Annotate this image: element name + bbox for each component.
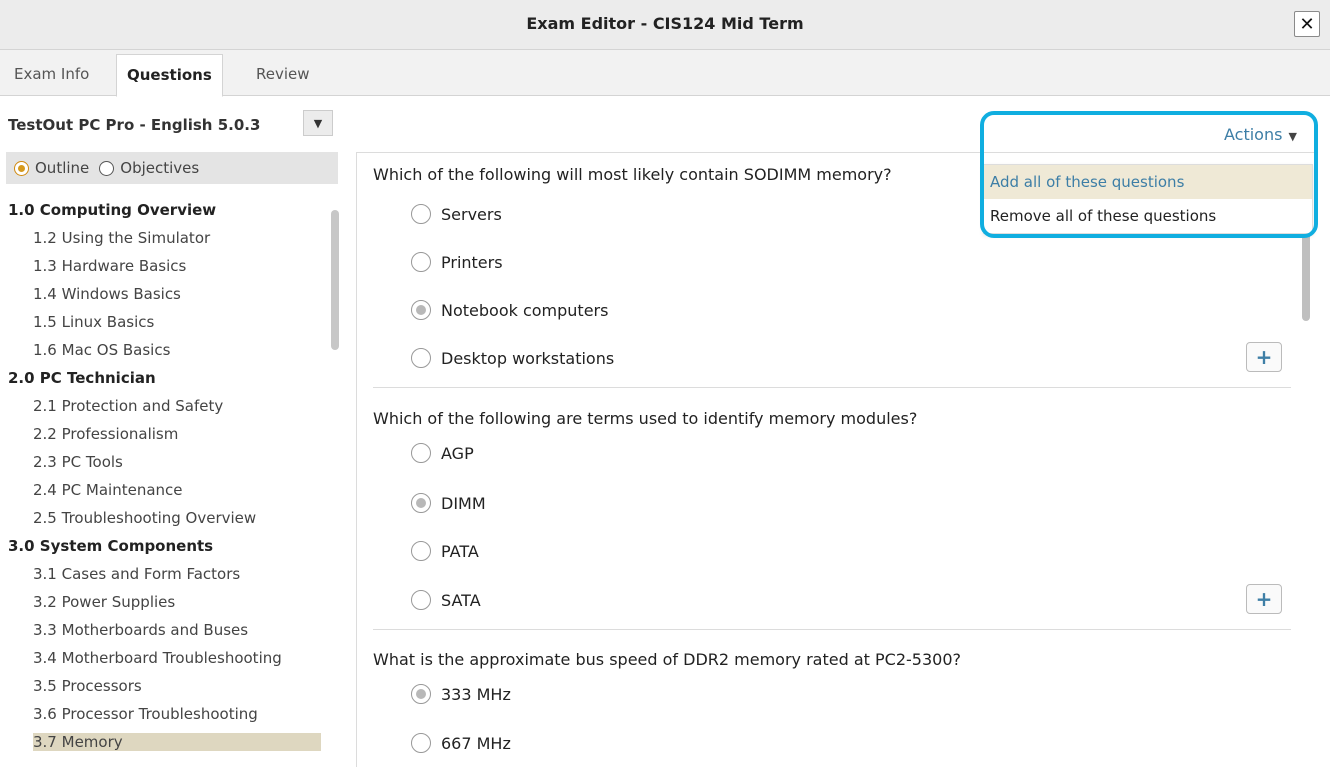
question-divider — [373, 629, 1291, 630]
answer-option[interactable]: 667 MHz — [411, 733, 511, 753]
course-dropdown-button[interactable]: ▼ — [303, 110, 333, 136]
radio-icon — [411, 443, 431, 463]
question-divider — [373, 387, 1291, 388]
radio-icon — [411, 733, 431, 753]
option-label: PATA — [441, 541, 479, 561]
radio-selected-icon — [411, 300, 431, 320]
outline-item[interactable]: 1.2 Using the Simulator — [33, 229, 210, 247]
outline-item-selected[interactable]: 3.7 Memory — [33, 733, 321, 751]
outline-radio[interactable]: Outline — [14, 159, 89, 177]
view-mode-bar: Outline Objectives — [6, 152, 338, 184]
content-scrollbar[interactable] — [1302, 233, 1310, 321]
objectives-radio[interactable]: Objectives — [99, 159, 199, 177]
option-label: Printers — [441, 252, 503, 272]
plus-icon: + — [1255, 345, 1273, 369]
radio-icon — [411, 541, 431, 561]
caret-down-icon: ▼ — [1288, 130, 1297, 143]
outline-item[interactable]: 2.5 Troubleshooting Overview — [33, 509, 256, 527]
radio-icon — [411, 252, 431, 272]
outline-item[interactable]: 2.4 PC Maintenance — [33, 481, 183, 499]
close-button[interactable]: ✕ — [1294, 11, 1320, 37]
radio-unchecked-icon — [99, 160, 115, 176]
outline-item[interactable]: 1.4 Windows Basics — [33, 285, 181, 303]
outline-section[interactable]: 1.0 Computing Overview — [8, 201, 216, 219]
objectives-label: Objectives — [120, 159, 200, 177]
option-label: DIMM — [441, 493, 486, 513]
add-question-button[interactable]: + — [1246, 584, 1282, 614]
questions-panel: Which of the following will most likely … — [356, 152, 1318, 767]
add-question-button[interactable]: + — [1246, 342, 1282, 372]
outline-item[interactable]: 3.1 Cases and Form Factors — [33, 565, 240, 583]
answer-option[interactable]: DIMM — [411, 493, 486, 513]
tab-bar: Exam Info Questions Review — [0, 50, 1330, 97]
answer-option[interactable]: SATA — [411, 590, 481, 610]
actions-menu: Add all of these questions Remove all of… — [983, 164, 1313, 234]
outline-item[interactable]: 2.3 PC Tools — [33, 453, 123, 471]
outline-item[interactable]: 1.6 Mac OS Basics — [33, 341, 170, 359]
outline-item[interactable]: 2.2 Professionalism — [33, 425, 178, 443]
question-text: What is the approximate bus speed of DDR… — [373, 650, 961, 669]
answer-option[interactable]: Servers — [411, 204, 502, 224]
menu-item-remove-all[interactable]: Remove all of these questions — [984, 199, 1312, 233]
question-text: Which of the following are terms used to… — [373, 409, 918, 428]
answer-option[interactable]: AGP — [411, 443, 474, 463]
close-icon: ✕ — [1299, 13, 1315, 35]
radio-selected-icon — [411, 493, 431, 513]
actions-button[interactable]: Actions ▼ — [1224, 125, 1297, 144]
outline-label: Outline — [35, 159, 90, 177]
option-label: 667 MHz — [441, 733, 511, 753]
tab-questions[interactable]: Questions — [116, 54, 223, 97]
tab-review[interactable]: Review — [246, 54, 320, 96]
answer-option[interactable]: Printers — [411, 252, 503, 272]
actions-label: Actions — [1224, 125, 1283, 144]
outline-item[interactable]: 1.3 Hardware Basics — [33, 257, 186, 275]
option-label: 333 MHz — [441, 684, 511, 704]
outline-item[interactable]: 3.2 Power Supplies — [33, 593, 175, 611]
menu-item-add-all[interactable]: Add all of these questions — [984, 165, 1312, 199]
course-name: TestOut PC Pro - English 5.0.3 — [8, 116, 261, 134]
radio-selected-icon — [411, 684, 431, 704]
answer-option[interactable]: Desktop workstations — [411, 348, 614, 368]
outline-scrollbar[interactable] — [331, 210, 339, 350]
title-bar: Exam Editor - CIS124 Mid Term ✕ — [0, 0, 1330, 50]
outline-item[interactable]: 3.6 Processor Troubleshooting — [33, 705, 258, 723]
question-text: Which of the following will most likely … — [373, 165, 892, 184]
outline-item[interactable]: 3.4 Motherboard Troubleshooting — [33, 649, 282, 667]
plus-icon: + — [1255, 587, 1273, 611]
option-label: SATA — [441, 590, 481, 610]
chevron-down-icon: ▼ — [313, 116, 323, 130]
option-label: Desktop workstations — [441, 348, 615, 368]
window-title: Exam Editor - CIS124 Mid Term — [526, 14, 804, 33]
outline-item[interactable]: 1.5 Linux Basics — [33, 313, 154, 331]
outline-item[interactable]: 2.1 Protection and Safety — [33, 397, 223, 415]
radio-icon — [411, 348, 431, 368]
option-label: AGP — [441, 443, 474, 463]
outline-item[interactable]: 3.5 Processors — [33, 677, 142, 695]
tab-exam-info[interactable]: Exam Info — [4, 54, 99, 96]
radio-icon — [411, 204, 431, 224]
outline-item[interactable]: 3.3 Motherboards and Buses — [33, 621, 248, 639]
answer-option[interactable]: 333 MHz — [411, 684, 511, 704]
outline-list: 1.0 Computing Overview 1.2 Using the Sim… — [0, 198, 330, 767]
option-label: Servers — [441, 204, 502, 224]
answer-option[interactable]: PATA — [411, 541, 479, 561]
outline-section[interactable]: 2.0 PC Technician — [8, 369, 156, 387]
answer-option[interactable]: Notebook computers — [411, 300, 608, 320]
radio-icon — [411, 590, 431, 610]
outline-section[interactable]: 3.0 System Components — [8, 537, 213, 555]
option-label: Notebook computers — [441, 300, 609, 320]
radio-checked-icon — [14, 160, 29, 176]
